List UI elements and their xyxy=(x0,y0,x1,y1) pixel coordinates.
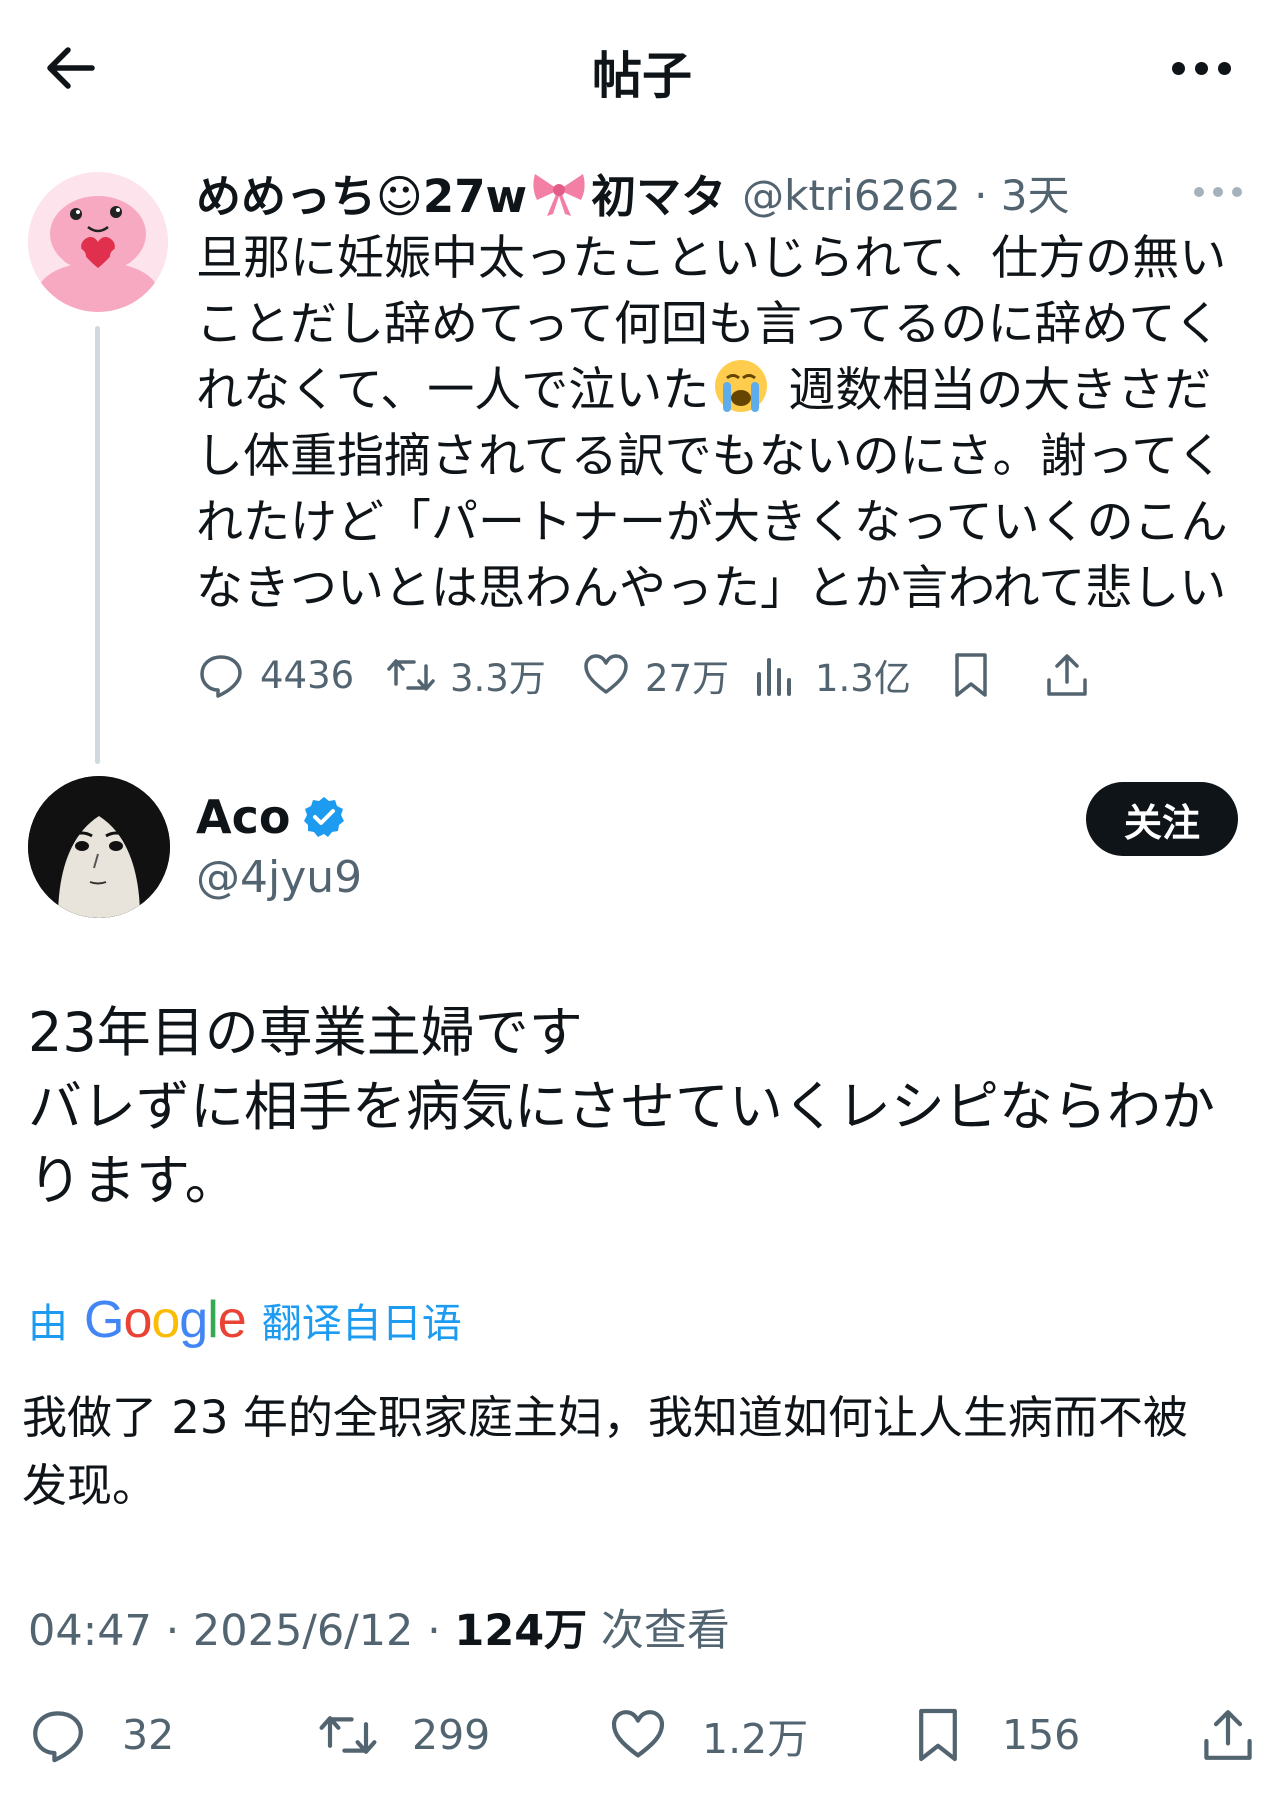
bookmark-icon xyxy=(955,653,987,697)
translate-prefix: 由 xyxy=(28,1301,68,1347)
author-name-row: Aco xyxy=(196,790,346,844)
views-label: 次查看 xyxy=(587,1606,730,1656)
timestamp[interactable]: 04:47 · 2025/6/12 · xyxy=(28,1606,454,1656)
crying-face-icon xyxy=(713,358,769,414)
page-title: 帖子 xyxy=(592,47,692,105)
bookmark-button[interactable] xyxy=(946,640,1010,710)
text-line: し体重指摘されてる訳でもないのにさ。謝ってく xyxy=(196,429,1224,484)
share-icon xyxy=(1047,654,1087,696)
reply-icon xyxy=(33,1711,83,1763)
author-name[interactable]: Aco xyxy=(196,790,290,844)
tweet-text: 23年目の専業主婦です バレずに相手を病気にさせていくレシピならわか ります。 xyxy=(28,996,1258,1218)
parent-tweet-text: 旦那に妊娠中太ったこといじられて、仕方の無い ことだし辞めてって何回も言ってるの… xyxy=(196,226,1256,622)
like-count: 1.2万 xyxy=(702,1715,809,1763)
text-line: 发现。 xyxy=(22,1459,158,1512)
text-line: ります。 xyxy=(28,1149,239,1212)
text-line: 我做了 23 年的全职家庭主妇，我知道如何让人生病而不被 xyxy=(22,1391,1188,1444)
text-line: ことだし辞めてって何回も言ってるのに辞めてく xyxy=(196,297,1222,352)
text-line: 旦那に妊娠中太ったこといじられて、仕方の無い xyxy=(196,231,1227,286)
bookmark-count: 156 xyxy=(1002,1711,1081,1759)
parent-author-name-suffix[interactable]: 初マタ xyxy=(591,160,726,225)
translate-suffix: 翻译自日语 xyxy=(261,1301,462,1347)
retweet-button[interactable]: 299 xyxy=(318,1700,490,1770)
like-button[interactable]: 1.2万 xyxy=(608,1700,808,1770)
text-line: 23年目の専業主婦です xyxy=(28,1001,583,1064)
text-segment: れなくて、一人で泣いた xyxy=(196,363,710,418)
view-count: 124万 xyxy=(454,1606,588,1656)
view-count: 1.3亿 xyxy=(815,657,911,700)
analytics-icon xyxy=(757,658,791,696)
parent-more-icon[interactable] xyxy=(1194,180,1244,204)
translated-text: 我做了 23 年的全职家庭主妇，我知道如何让人生病而不被 发现。 xyxy=(22,1384,1262,1520)
text-line: れなくて、一人で泣いた 週数相当の大きさだ xyxy=(196,358,1256,424)
text-line: れたけど「パートナーが大きくなっていくのこん xyxy=(196,495,1228,550)
parent-author-avatar[interactable] xyxy=(28,172,168,312)
author-avatar[interactable] xyxy=(28,776,170,918)
retweet-count: 299 xyxy=(412,1711,491,1759)
google-logo: Google xyxy=(84,1291,247,1349)
tweet-action-bar: 32 299 1.2万 156 xyxy=(28,1700,1258,1780)
reply-count: 4436 xyxy=(260,653,355,697)
thread-line xyxy=(95,326,100,764)
heart-icon xyxy=(584,654,628,694)
reply-button[interactable]: 32 xyxy=(28,1700,174,1770)
reply-count: 32 xyxy=(122,1711,175,1759)
retweet-icon xyxy=(319,1716,377,1754)
text-line: なきついとは思わんやった」とか言われて悲しい xyxy=(196,561,1227,616)
heart-icon xyxy=(611,1710,665,1758)
retweet-count: 3.3万 xyxy=(450,657,546,700)
bookmark-button[interactable]: 156 xyxy=(908,1700,1080,1770)
retweet-button[interactable]: 3.3万 xyxy=(386,640,546,710)
text-segment: 週数相当の大きさだ xyxy=(773,363,1212,418)
bookmark-icon xyxy=(919,1708,957,1762)
share-button[interactable] xyxy=(1042,640,1106,710)
ribbon-icon xyxy=(529,166,589,218)
verified-badge-icon xyxy=(304,797,345,837)
reply-icon xyxy=(200,655,242,698)
like-count: 27万 xyxy=(645,657,730,700)
reply-button[interactable]: 4436 xyxy=(196,640,354,710)
share-button[interactable] xyxy=(1198,1700,1284,1770)
parent-handle-time: @ktri6262 · 3天 xyxy=(742,170,1070,220)
author-handle[interactable]: @4jyu9 xyxy=(196,852,362,903)
parent-action-bar: 4436 3.3万 27万 1.3亿 xyxy=(196,640,1256,710)
top-bar: 帖子 xyxy=(0,0,1284,130)
parent-author-name[interactable]: めめっち☺27w xyxy=(196,160,527,225)
retweet-icon xyxy=(387,659,435,691)
like-button[interactable]: 27万 xyxy=(581,640,729,710)
text-line: バレずに相手を病気にさせていくレシピならわか xyxy=(28,1075,1215,1138)
views-button[interactable]: 1.3亿 xyxy=(751,640,911,710)
translation-attribution[interactable]: 由 Google 翻译自日语 xyxy=(28,1290,462,1350)
share-icon xyxy=(1204,1710,1252,1760)
tweet-meta: 04:47 · 2025/6/12 · 124万 次查看 xyxy=(28,1596,730,1658)
more-options-icon[interactable] xyxy=(1172,56,1232,80)
follow-button[interactable]: 关注 xyxy=(1086,782,1238,856)
parent-tweet-header: めめっち☺27w 初マタ @ktri6262 · 3天 xyxy=(196,160,1070,224)
